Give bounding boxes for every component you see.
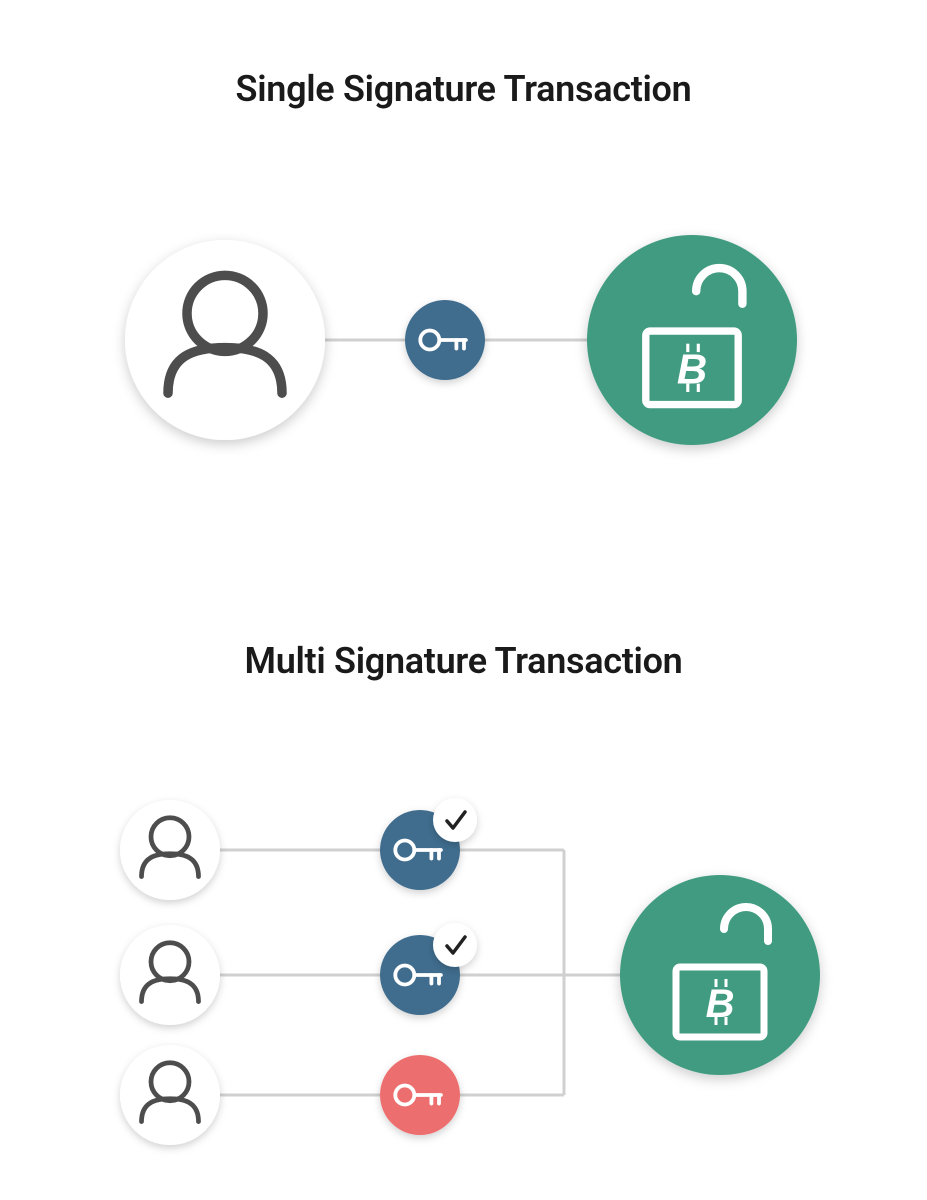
heading-multi-signature: Multi Signature Transaction bbox=[0, 640, 927, 682]
user-node bbox=[120, 1045, 220, 1145]
wallet-unlock-node bbox=[587, 235, 797, 445]
user-node bbox=[125, 240, 325, 440]
approval-badge bbox=[433, 798, 477, 842]
key-node bbox=[405, 300, 485, 380]
user-node bbox=[120, 800, 220, 900]
user-node bbox=[120, 925, 220, 1025]
approval-badge bbox=[433, 923, 477, 967]
diagram-canvas: B bbox=[0, 0, 927, 1200]
multi-signature-diagram bbox=[120, 798, 820, 1145]
wallet-unlock-node bbox=[620, 875, 820, 1075]
single-signature-diagram bbox=[125, 235, 797, 445]
heading-single-signature: Single Signature Transaction bbox=[0, 68, 927, 110]
